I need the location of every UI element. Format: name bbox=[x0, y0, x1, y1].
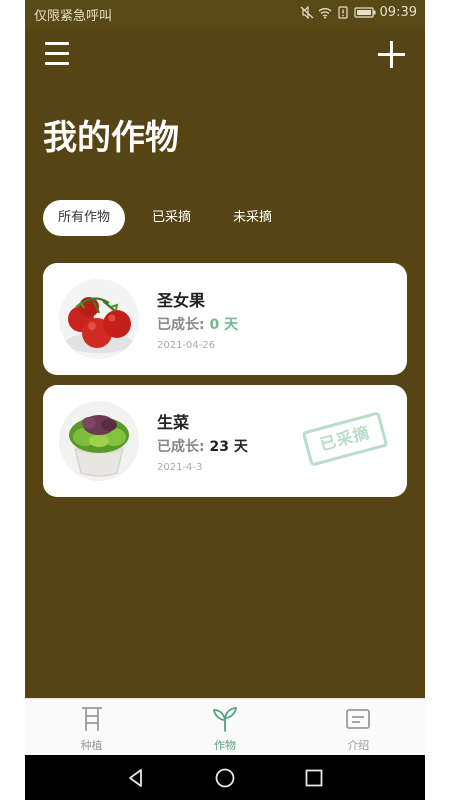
back-icon[interactable] bbox=[125, 767, 147, 789]
app-screen: 仅限紧急呼叫 09:39 我的作物 所有作物 已采摘 未采摘 圣女果 已成长: … bbox=[25, 0, 425, 800]
tab-crops-label: 作物 bbox=[213, 739, 236, 752]
recents-icon[interactable] bbox=[303, 767, 325, 789]
crop-name: 圣女果 bbox=[157, 291, 206, 310]
tab-intro-label: 介绍 bbox=[347, 739, 370, 752]
info-card-icon bbox=[346, 709, 371, 729]
sim-alert-icon bbox=[337, 6, 348, 19]
tab-intro[interactable]: 介绍 bbox=[292, 699, 425, 755]
growth-info: 已成长: 0 天 bbox=[157, 314, 238, 334]
growth-days: 23 天 bbox=[209, 439, 248, 455]
tab-planting-label: 种植 bbox=[80, 739, 103, 752]
lettuce-photo bbox=[59, 401, 139, 481]
growth-label: 已成长: bbox=[157, 317, 205, 333]
filter-tabs: 所有作物 已采摘 未采摘 bbox=[43, 200, 299, 236]
add-crop-button[interactable] bbox=[375, 38, 409, 72]
status-bar: 仅限紧急呼叫 09:39 bbox=[25, 0, 425, 28]
mute-icon bbox=[300, 6, 313, 19]
clock: 09:39 bbox=[379, 5, 417, 20]
growth-days: 0 天 bbox=[209, 317, 239, 333]
battery-icon bbox=[353, 7, 376, 18]
planting-date: 2021-4-3 bbox=[157, 462, 203, 473]
tab-planting[interactable]: 种植 bbox=[25, 699, 158, 755]
hamburger-menu-line bbox=[45, 62, 69, 65]
sprout-icon bbox=[212, 707, 238, 732]
system-nav-bar bbox=[25, 755, 425, 800]
cherry-tomato-photo bbox=[59, 279, 139, 359]
tab-unharvested[interactable]: 未采摘 bbox=[218, 200, 287, 236]
growth-info: 已成长: 23 天 bbox=[157, 436, 248, 456]
planting-date: 2021-04-26 bbox=[157, 340, 216, 351]
carrier-text: 仅限紧急呼叫 bbox=[34, 9, 113, 24]
hamburger-menu-icon bbox=[45, 42, 69, 45]
main-content: 我的作物 所有作物 已采摘 未采摘 圣女果 已成长: 0 天 2021-04-2… bbox=[25, 28, 425, 698]
tab-all-crops[interactable]: 所有作物 bbox=[43, 200, 126, 236]
tab-harvested[interactable]: 已采摘 bbox=[137, 200, 206, 236]
status-icons: 09:39 bbox=[300, 5, 417, 20]
crop-name: 生菜 bbox=[157, 413, 190, 432]
hamburger-menu-line bbox=[45, 52, 69, 55]
page-title: 我的作物 bbox=[43, 118, 179, 158]
bottom-tab-bar: 种植 作物 介绍 bbox=[25, 698, 425, 755]
tab-crops[interactable]: 作物 bbox=[158, 699, 291, 755]
crop-card[interactable]: 生菜 已成长: 23 天 2021-4-3 已采摘 bbox=[43, 385, 407, 497]
harvested-stamp: 已采摘 bbox=[301, 411, 389, 467]
planting-rack-icon bbox=[81, 707, 102, 731]
growth-label: 已成长: bbox=[157, 439, 205, 455]
wifi-icon bbox=[318, 8, 331, 19]
menu-button[interactable] bbox=[45, 42, 71, 68]
home-icon[interactable] bbox=[214, 767, 236, 789]
crop-card[interactable]: 圣女果 已成长: 0 天 2021-04-26 bbox=[43, 263, 407, 375]
